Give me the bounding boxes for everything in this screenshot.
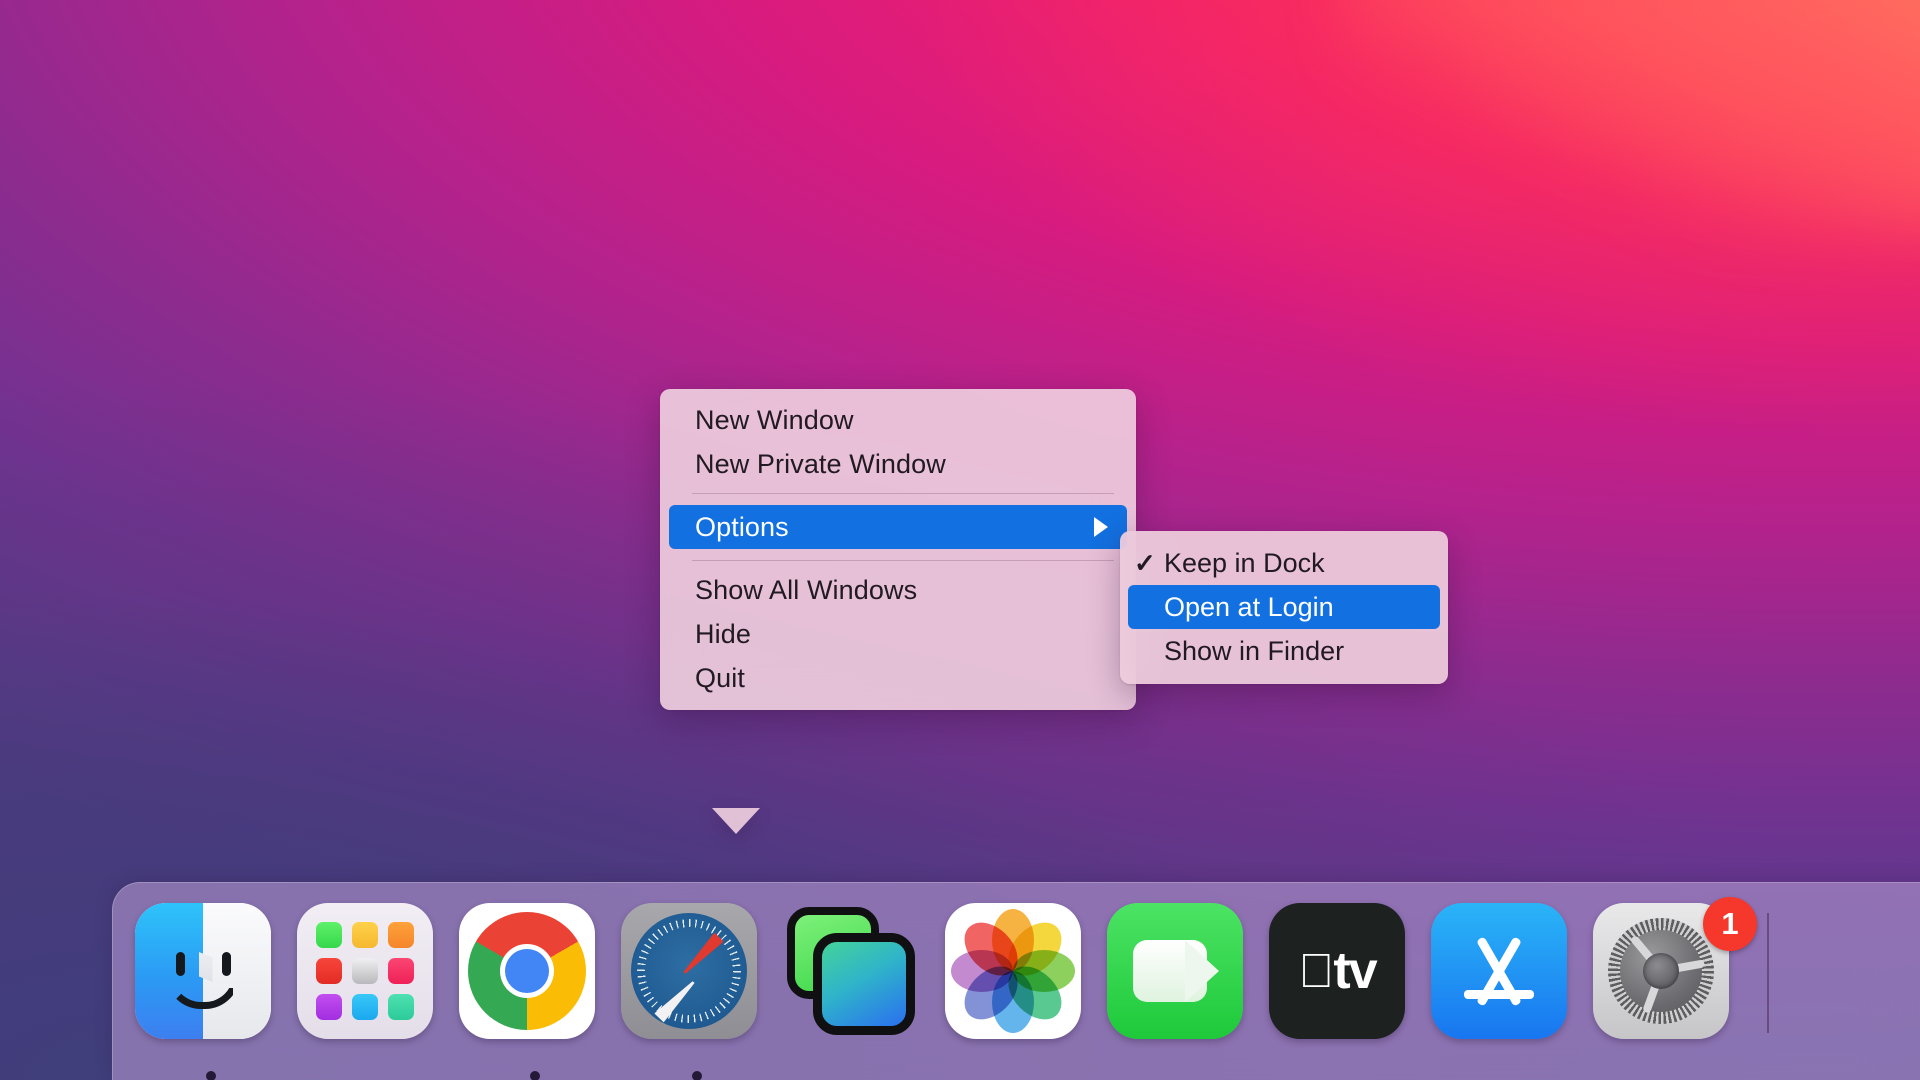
submenu-item-label: Keep in Dock	[1164, 548, 1325, 579]
options-submenu: ✓ Keep in Dock ✓ Open at Login ✓ Show in…	[1120, 531, 1448, 684]
menu-item-options[interactable]: Options	[669, 505, 1127, 549]
running-indicator-dot	[692, 1071, 702, 1080]
submenu-item-label: Show in Finder	[1164, 636, 1344, 667]
apple-logo-icon: 	[1298, 944, 1332, 999]
wallpaper-corner-glow	[1344, 0, 1920, 238]
submenu-item-keep-in-dock[interactable]: ✓ Keep in Dock	[1120, 541, 1448, 585]
dock-item-stage-manager[interactable]	[783, 903, 935, 1055]
apple-tv-icon:  tv	[1269, 903, 1405, 1039]
checkmark-placeholder-icon: ✓	[1134, 594, 1164, 620]
launchpad-icon	[297, 903, 433, 1039]
context-menu-pointer-tail	[712, 808, 760, 834]
menu-item-show-all-windows[interactable]: Show All Windows	[660, 568, 1136, 612]
submenu-item-open-at-login[interactable]: ✓ Open at Login	[1128, 585, 1440, 629]
safari-icon	[621, 903, 757, 1039]
menu-spacer-bottom	[660, 549, 1136, 553]
photos-icon	[945, 903, 1081, 1039]
chrome-icon	[459, 903, 595, 1039]
menu-item-label: Options	[695, 512, 789, 543]
dock-item-safari[interactable]	[621, 903, 773, 1055]
running-indicator-dot	[206, 1071, 216, 1080]
macos-dock:  tv 1	[112, 882, 1920, 1080]
menu-separator-1	[692, 493, 1114, 494]
dock-item-app-store[interactable]	[1431, 903, 1583, 1055]
checkmark-placeholder-icon: ✓	[1134, 638, 1164, 664]
menu-item-label: Hide	[695, 619, 751, 650]
submenu-item-label: Open at Login	[1164, 592, 1334, 623]
dock-item-facetime[interactable]	[1107, 903, 1259, 1055]
dock-item-photos[interactable]	[945, 903, 1097, 1055]
menu-item-label: Quit	[695, 663, 745, 694]
chevron-right-icon	[1094, 517, 1108, 537]
dock-item-launchpad[interactable]	[297, 903, 449, 1055]
menu-item-quit[interactable]: Quit	[660, 656, 1136, 700]
menu-item-new-private-window[interactable]: New Private Window	[660, 442, 1136, 486]
menu-separator-2	[692, 560, 1114, 561]
dock-item-apple-tv[interactable]:  tv	[1269, 903, 1421, 1055]
dock-item-system-preferences[interactable]: 1	[1593, 903, 1745, 1055]
apple-tv-label: tv	[1333, 941, 1375, 1001]
submenu-item-show-in-finder[interactable]: ✓ Show in Finder	[1120, 629, 1448, 673]
menu-item-label: New Window	[695, 405, 854, 436]
menu-item-label: Show All Windows	[695, 575, 917, 606]
menu-item-label: New Private Window	[695, 449, 946, 480]
dock-app-context-menu: New Window New Private Window Options Sh…	[660, 389, 1136, 710]
checkmark-icon: ✓	[1134, 550, 1164, 576]
dock-separator	[1767, 913, 1769, 1033]
running-indicator-dot	[530, 1071, 540, 1080]
dock-item-finder[interactable]	[135, 903, 287, 1055]
facetime-icon	[1107, 903, 1243, 1039]
menu-item-hide[interactable]: Hide	[660, 612, 1136, 656]
stage-manager-icon	[783, 903, 919, 1039]
dock-item-chrome[interactable]	[459, 903, 611, 1055]
finder-icon	[135, 903, 271, 1039]
app-store-icon	[1431, 903, 1567, 1039]
menu-item-new-window[interactable]: New Window	[660, 398, 1136, 442]
notification-badge: 1	[1703, 897, 1757, 951]
